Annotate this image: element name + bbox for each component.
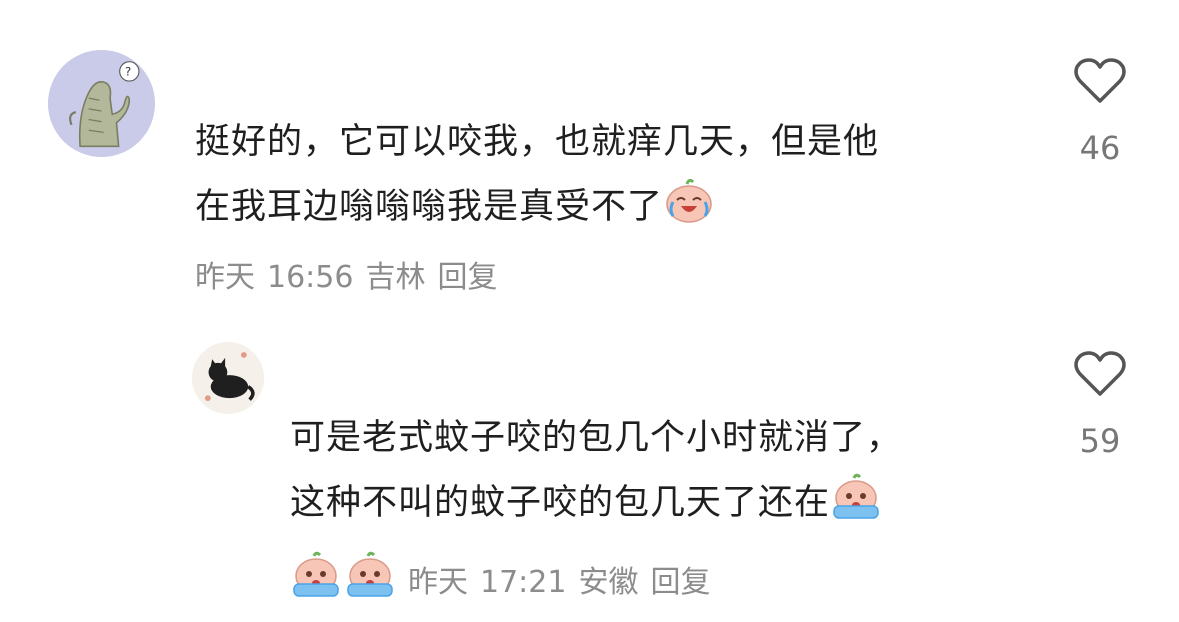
comment-line-1: 挺好的，它可以咬我，也就痒几天，但是他	[195, 122, 880, 162]
peach-crying-emoji-icon	[830, 472, 882, 520]
reply-button[interactable]: 回复	[437, 260, 497, 295]
comment-meta: 昨天 17:21 安徽 回复	[290, 550, 722, 603]
avatar[interactable]: ?	[48, 50, 155, 157]
comment-time: 16:56	[267, 260, 354, 295]
like-button[interactable]: 59	[1070, 350, 1130, 460]
like-count: 46	[1079, 129, 1121, 167]
black-cat-avatar-icon	[192, 342, 264, 414]
comment-time: 17:21	[480, 565, 567, 600]
heart-outline-icon	[1074, 58, 1126, 103]
comment-location: 吉林	[365, 260, 426, 295]
comment-line-2: 这种不叫的蚊子咬的包几天了还在	[290, 471, 1050, 536]
like-button[interactable]: 46	[1070, 57, 1130, 167]
comment-line-2: 在我耳边嗡嗡嗡我是真受不了	[195, 175, 1025, 240]
comment-line-1: 可是老式蚊子咬的包几个小时就消了，	[290, 418, 903, 458]
comment-text: 挺好的，它可以咬我，也就痒几天，但是他 在我耳边嗡嗡嗡我是真受不了	[195, 110, 1025, 240]
like-count: 59	[1079, 422, 1121, 460]
comment-text: 可是老式蚊子咬的包几个小时就消了， 这种不叫的蚊子咬的包几天了还在	[290, 406, 1050, 536]
comment-date: 昨天	[195, 260, 255, 295]
peach-laugh-cry-emoji-icon	[663, 176, 715, 224]
comment-date: 昨天	[408, 565, 468, 600]
comment-location: 安徽	[578, 565, 639, 600]
avatar[interactable]	[192, 342, 264, 414]
kaiju-avatar-icon: ?	[48, 50, 155, 157]
heart-outline-icon	[1074, 351, 1126, 396]
reply-button[interactable]: 回复	[650, 565, 710, 600]
peach-crying-emoji-icon	[290, 550, 342, 598]
svg-text:?: ?	[125, 65, 131, 79]
comment-meta: 昨天 16:56 吉林 回复	[195, 258, 509, 298]
peach-crying-emoji-icon	[344, 550, 396, 598]
